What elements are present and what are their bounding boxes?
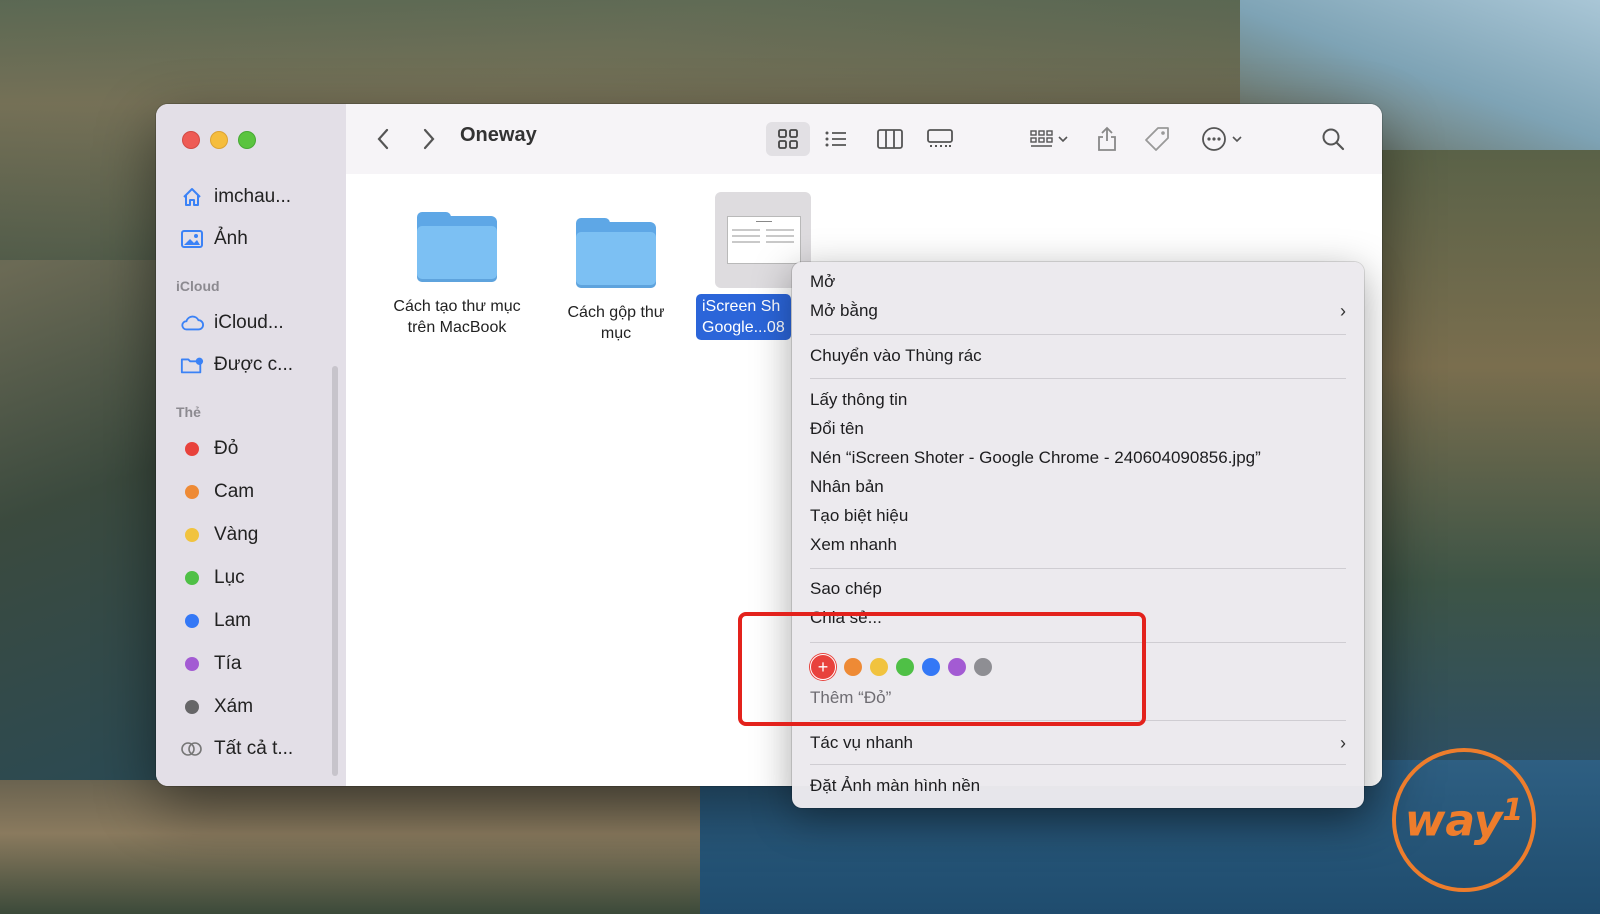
ellipsis-circle-icon	[1202, 127, 1242, 151]
logo-text: way1	[1404, 793, 1524, 847]
menu-separator	[810, 568, 1346, 569]
sidebar-tag-gray[interactable]: Xám	[180, 692, 253, 722]
sidebar-tag-yellow[interactable]: Vàng	[180, 520, 258, 550]
selected-file-label: iScreen Sh Google...08	[696, 294, 791, 340]
window-title: Oneway	[460, 124, 537, 146]
menu-item-get-info[interactable]: Lấy thông tin	[810, 386, 1346, 414]
chevron-left-icon	[377, 128, 389, 150]
menu-item-rename[interactable]: Đổi tên	[810, 415, 1346, 443]
window-controls	[182, 131, 256, 149]
menu-item-compress[interactable]: Nén “iScreen Shoter - Google Chrome - 24…	[810, 444, 1346, 472]
sidebar-tag-red[interactable]: Đỏ	[180, 434, 238, 464]
menu-separator	[810, 764, 1346, 765]
sidebar-section-tags: Thẻ	[176, 404, 201, 420]
tag-dot-icon	[185, 528, 199, 542]
sidebar-item-label: Tất cả t...	[214, 738, 294, 759]
gallery-icon	[927, 129, 953, 147]
icon-view-button[interactable]	[766, 122, 810, 156]
forward-button[interactable]	[412, 122, 446, 156]
columns-icon	[877, 129, 903, 149]
column-view-button[interactable]	[870, 122, 910, 156]
sidebar-tag-orange[interactable]: Cam	[180, 477, 254, 507]
finder-sidebar: imchau... Ảnh iCloud iCloud... Được c...…	[156, 104, 347, 786]
sidebar-item-icloud-drive[interactable]: iCloud...	[180, 308, 284, 338]
sidebar-item-label: Ảnh	[214, 228, 248, 249]
file-item-folder[interactable]: Cách gộp thư mục	[546, 218, 686, 344]
oneway-logo: way1	[1392, 748, 1536, 892]
home-icon	[180, 185, 204, 209]
menu-separator	[810, 378, 1346, 379]
sidebar-section-icloud: iCloud	[176, 278, 220, 294]
sidebar-all-tags[interactable]: Tất cả t...	[180, 734, 293, 764]
tag-button[interactable]	[1140, 122, 1174, 156]
tag-dot-icon	[185, 571, 199, 585]
minimize-button[interactable]	[210, 131, 228, 149]
tag-dot-icon	[185, 700, 199, 714]
tag-dot-icon	[185, 442, 199, 456]
share-icon	[1098, 126, 1116, 151]
sidebar-item-label: Được c...	[214, 354, 294, 375]
group-by-button[interactable]	[1022, 122, 1076, 156]
sidebar-tag-blue[interactable]: Lam	[180, 606, 251, 636]
sidebar-item-photos[interactable]: Ảnh	[180, 224, 248, 254]
sidebar-item-label: imchau...	[214, 186, 292, 207]
close-button[interactable]	[182, 131, 200, 149]
menu-item-set-desktop-picture[interactable]: Đặt Ảnh màn hình nền	[810, 772, 1346, 800]
sidebar-tag-purple[interactable]: Tía	[180, 649, 241, 679]
search-button[interactable]	[1316, 122, 1350, 156]
sidebar-item-home[interactable]: imchau...	[180, 182, 291, 212]
folder-icon	[576, 218, 656, 288]
annotation-highlight-box	[738, 612, 1146, 726]
chevron-right-icon	[423, 128, 435, 150]
menu-separator	[810, 334, 1346, 335]
folder-icon	[417, 212, 497, 282]
menu-item-open[interactable]: Mở	[810, 268, 1346, 296]
sidebar-scrollbar[interactable]	[332, 366, 338, 776]
sidebar-item-label: Tía	[214, 653, 242, 674]
zoom-button[interactable]	[238, 131, 256, 149]
grid-icon	[778, 129, 798, 149]
menu-item-copy[interactable]: Sao chép	[810, 575, 1346, 603]
finder-toolbar: Oneway	[346, 104, 1382, 175]
all-tags-icon	[180, 737, 204, 761]
cloud-icon	[180, 311, 204, 335]
tag-dot-icon	[185, 657, 199, 671]
menu-item-quick-actions[interactable]: Tác vụ nhanh ›	[810, 729, 1346, 757]
context-menu: Mở Mở bằng › Chuyển vào Thùng rác Lấy th…	[792, 262, 1364, 808]
back-button[interactable]	[366, 122, 400, 156]
chevron-right-icon: ›	[1340, 732, 1346, 753]
tag-dot-icon	[185, 485, 199, 499]
sidebar-item-label: Xám	[214, 696, 254, 717]
wallpaper-cliffs	[0, 780, 720, 914]
menu-item-make-alias[interactable]: Tạo biệt hiệu	[810, 502, 1346, 530]
group-grid-chevron-icon	[1030, 130, 1068, 147]
menu-item-quick-look[interactable]: Xem nhanh	[810, 531, 1346, 559]
sidebar-item-label: Lam	[214, 610, 251, 631]
shared-folder-icon	[180, 353, 204, 377]
photos-icon	[180, 227, 204, 251]
more-actions-button[interactable]	[1198, 122, 1248, 156]
sidebar-item-label: Vàng	[214, 524, 259, 545]
menu-item-duplicate[interactable]: Nhân bản	[810, 473, 1346, 501]
list-view-button[interactable]	[816, 122, 856, 156]
gallery-view-button[interactable]	[920, 122, 960, 156]
file-name: Cách tạo thư mục trên MacBook	[393, 298, 521, 336]
sidebar-item-label: Lục	[214, 567, 245, 588]
share-button[interactable]	[1090, 122, 1124, 156]
screenshot-preview-icon	[727, 216, 801, 264]
sidebar-item-label: Cam	[214, 481, 255, 502]
file-name: Cách gộp thư mục	[567, 304, 665, 342]
sidebar-item-shared[interactable]: Được c...	[180, 350, 293, 380]
tag-dot-icon	[185, 614, 199, 628]
list-icon	[825, 131, 846, 147]
chevron-right-icon: ›	[1340, 300, 1346, 321]
file-item-folder[interactable]: Cách tạo thư mục trên MacBook	[382, 212, 532, 338]
menu-item-move-to-trash[interactable]: Chuyển vào Thùng rác	[810, 342, 1346, 370]
tag-icon	[1145, 127, 1169, 151]
sidebar-tag-green[interactable]: Lục	[180, 563, 245, 593]
sidebar-item-label: iCloud...	[214, 312, 284, 333]
search-icon	[1322, 128, 1345, 151]
sidebar-item-label: Đỏ	[214, 438, 239, 459]
menu-item-open-with[interactable]: Mở bằng ›	[810, 297, 1346, 325]
